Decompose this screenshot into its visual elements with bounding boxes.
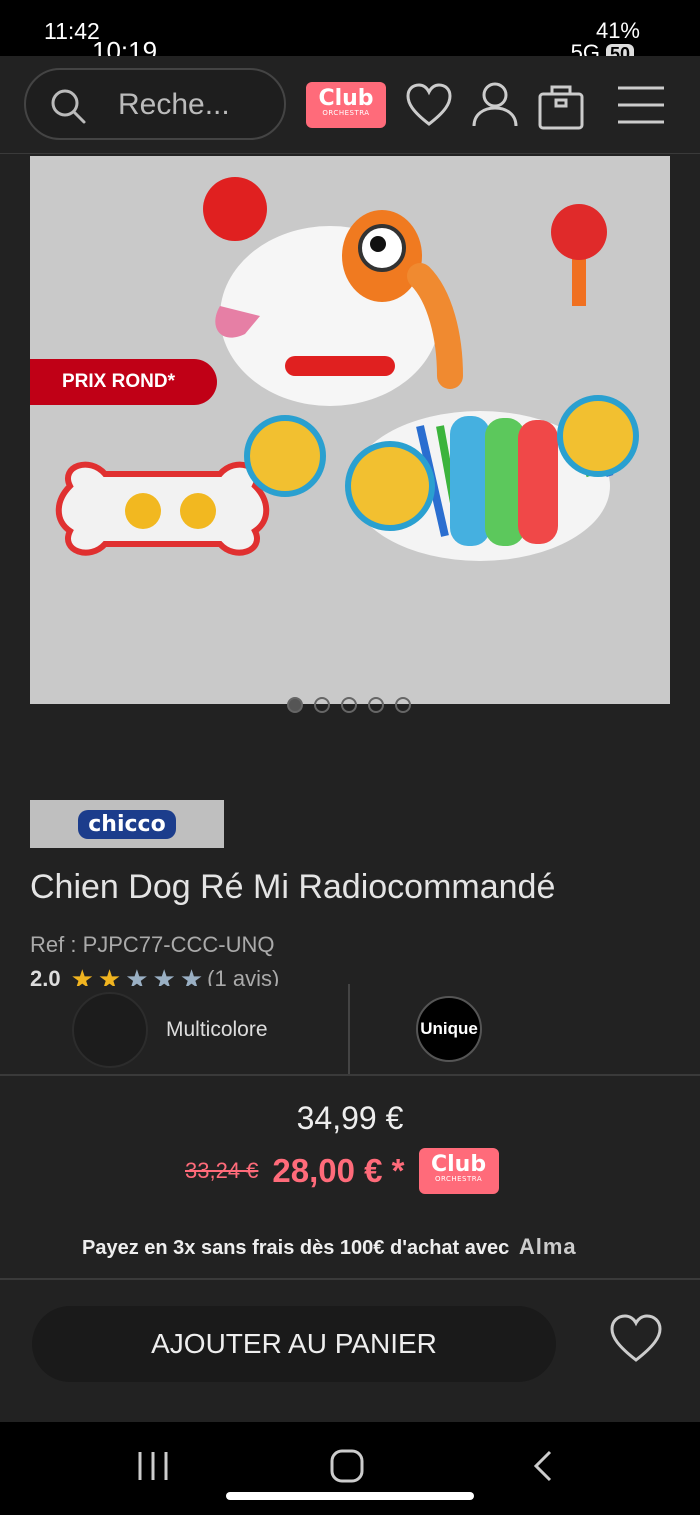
gallery-dot[interactable]: [287, 697, 303, 713]
gallery-dot[interactable]: [314, 697, 330, 713]
color-label: Multicolore: [166, 1018, 268, 1041]
star-icon: ★: [179, 966, 204, 986]
installments-info[interactable]: Payez en 3x sans frais dès 100€ d'achat …: [82, 1234, 577, 1260]
heart-icon[interactable]: [402, 78, 456, 132]
section-divider: [0, 1074, 700, 1076]
home-icon[interactable]: [324, 1446, 370, 1486]
gallery-pagination: [287, 697, 411, 713]
recent-apps-icon[interactable]: [130, 1446, 176, 1486]
menu-icon[interactable]: [614, 78, 668, 132]
star-icon: ★: [152, 966, 176, 986]
system-nav-bar: [0, 1422, 700, 1515]
price: 34,99 €: [296, 1100, 404, 1136]
search-icon: [51, 89, 86, 124]
installments-text: Payez en 3x sans frais dès 100€ d'achat …: [82, 1237, 510, 1259]
rating-summary[interactable]: 2.0 ★ ★ ★ ★ ★ (1 avis): [30, 966, 330, 986]
home-indicator[interactable]: [226, 1492, 474, 1500]
site-header: Reche... Club ORCHESTRA: [0, 56, 700, 154]
bag-icon[interactable]: [534, 78, 588, 132]
gallery-dot[interactable]: [341, 697, 357, 713]
club-logo-text: Club: [318, 86, 374, 111]
club-badge: Club ORCHESTRA: [418, 1148, 499, 1194]
product-reference: Ref : PJPC77-CCC-UNQ: [30, 932, 275, 957]
product-title: Chien Dog Ré Mi Radiocommandé: [30, 868, 556, 906]
club-logo-sub: ORCHESTRA: [322, 109, 370, 117]
color-swatch[interactable]: [72, 992, 148, 1068]
star-icon: ★: [97, 966, 122, 986]
search-placeholder: Reche...: [118, 88, 230, 121]
section-divider: [0, 1278, 700, 1280]
back-icon[interactable]: [520, 1446, 566, 1486]
club-badge-text: Club: [430, 1152, 487, 1177]
status-bar: 11:42 10:19 41% 5G 50: [0, 0, 700, 66]
old-price: 33,24 €: [185, 1158, 259, 1183]
club-badge-sub: ORCHESTRA: [434, 1175, 483, 1183]
brand-logo[interactable]: chicco: [30, 800, 224, 848]
club-logo[interactable]: Club ORCHESTRA: [306, 82, 386, 128]
size-option[interactable]: Unique: [416, 996, 482, 1062]
rating-value: 2.0: [30, 966, 61, 986]
product-image-gallery[interactable]: PRIX ROND*: [30, 156, 670, 704]
review-count: (1 avis): [207, 966, 280, 986]
club-price-row: 33,24 € 28,00 € * Club ORCHESTRA: [185, 1148, 499, 1194]
variant-divider: [348, 984, 350, 1074]
star-icon: ★: [125, 966, 149, 986]
variant-selector: Multicolore Unique: [0, 984, 700, 1076]
promo-badge: PRIX ROND*: [30, 359, 217, 405]
product-image: [55, 177, 639, 561]
search-input[interactable]: Reche...: [24, 68, 286, 140]
user-icon[interactable]: [468, 78, 522, 132]
gallery-dot[interactable]: [395, 697, 411, 713]
club-price: 28,00 € *: [272, 1152, 405, 1189]
star-icon: ★: [70, 966, 94, 986]
size-label: Unique: [420, 1019, 478, 1038]
alma-logo: Alma: [518, 1234, 577, 1259]
brand-name: chicco: [78, 809, 176, 839]
app-screen: Reche... Club ORCHESTRA PRIX ROND* chicc…: [0, 56, 700, 1422]
add-to-cart-button[interactable]: AJOUTER AU PANIER: [32, 1306, 556, 1382]
gallery-dot[interactable]: [368, 697, 384, 713]
heart-icon[interactable]: [608, 1310, 664, 1366]
